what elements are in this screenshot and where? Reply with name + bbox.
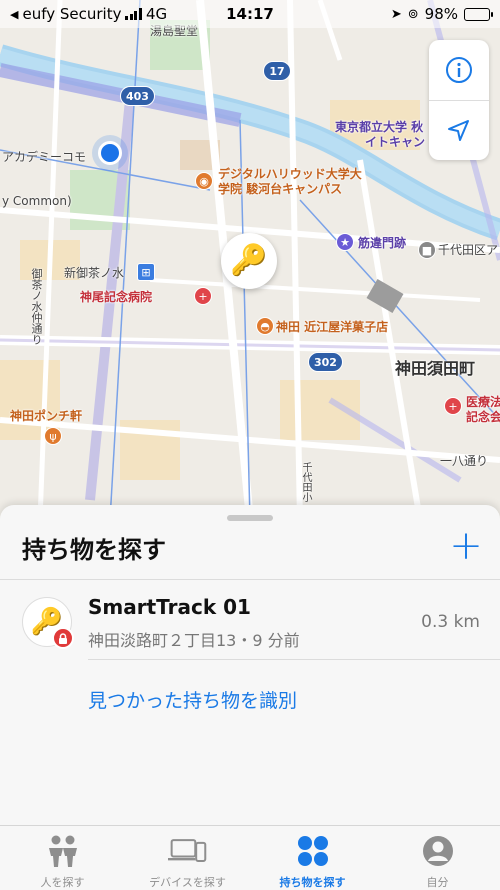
map-label: 神田須田町 bbox=[395, 359, 476, 378]
devices-icon bbox=[167, 834, 208, 868]
item-row[interactable]: 🔑 SmartTrack 01 神田淡路町２丁目13・9 分前 0.3 km bbox=[0, 580, 500, 660]
map-label: 新御茶ノ水 bbox=[64, 266, 125, 280]
divider bbox=[88, 659, 500, 660]
school-pin-icon[interactable]: ◉ bbox=[195, 172, 213, 190]
map-label: 記念会 bbox=[466, 410, 500, 424]
map-label: 神尾記念病院 bbox=[80, 290, 153, 304]
sheet-grabber[interactable] bbox=[227, 515, 273, 521]
map-controls bbox=[429, 40, 489, 160]
map-label: イトキャン bbox=[365, 135, 426, 149]
location-arrow-icon bbox=[448, 119, 469, 141]
map-label: 神田 近江屋洋菓子店 bbox=[276, 320, 389, 334]
map-label: 筋違門跡 bbox=[358, 236, 407, 250]
tab-me[interactable]: 自分 bbox=[375, 826, 500, 890]
restaurant-pin-icon[interactable]: ψ bbox=[44, 427, 62, 445]
rotation-lock-icon: ⊚ bbox=[407, 6, 419, 22]
info-icon bbox=[446, 57, 472, 83]
battery-icon bbox=[464, 7, 493, 21]
map-label: アカデミーコモ bbox=[2, 150, 87, 164]
items-sheet: 持ち物を探す + 🔑 SmartTrack 01 神田淡路町２丁目13・9 分前… bbox=[0, 505, 500, 825]
tab-label: 人を探す bbox=[40, 876, 85, 889]
status-bar: ◀ eufy Security 4G 14:17 ➤ ⊚ 98% bbox=[0, 0, 500, 28]
hospital-pin-icon[interactable]: + bbox=[444, 397, 462, 415]
map-label: 千代田小 bbox=[300, 462, 311, 502]
lock-icon bbox=[52, 627, 74, 649]
map-label: 神田ポンチ軒 bbox=[10, 409, 83, 423]
tab-people[interactable]: 人を探す bbox=[0, 826, 125, 890]
tab-items[interactable]: 持ち物を探す bbox=[250, 826, 375, 890]
landmark-pin-icon[interactable]: ★ bbox=[336, 233, 354, 251]
people-icon bbox=[43, 834, 83, 868]
locate-button[interactable] bbox=[429, 100, 489, 160]
item-location: 神田淡路町２丁目13・9 分前 bbox=[88, 631, 300, 650]
shop-pin-icon[interactable]: ◓ bbox=[256, 317, 274, 335]
map-label: 一八通り bbox=[440, 454, 489, 468]
sheet-title: 持ち物を探す bbox=[22, 536, 166, 564]
map-label: 千代田区ア bbox=[438, 243, 499, 257]
signal-icon bbox=[125, 8, 142, 20]
tab-bar: 人を探す デバイスを探す 持ち物を探す 自分 bbox=[0, 825, 500, 890]
map-view[interactable]: 湯島聖堂 東京都立大学 秋 イトキャン アカデミーコモ y Common) デジ… bbox=[0, 0, 500, 520]
map-label: 御茶ノ水仲通り bbox=[30, 268, 43, 345]
items-icon bbox=[293, 834, 333, 868]
tab-devices[interactable]: デバイスを探す bbox=[125, 826, 250, 890]
tab-label: デバイスを探す bbox=[149, 876, 226, 889]
route-badge: 17 bbox=[263, 61, 291, 81]
hospital-pin-icon[interactable]: + bbox=[194, 287, 212, 305]
building-pin-icon[interactable]: ■ bbox=[418, 241, 436, 259]
route-badge: 403 bbox=[120, 86, 155, 106]
location-arrow-icon: ➤ bbox=[390, 6, 402, 22]
network-label: 4G bbox=[145, 5, 168, 23]
key-pin-icon[interactable]: 🔑 bbox=[221, 233, 277, 289]
battery-percent: 98% bbox=[424, 5, 458, 23]
route-badge: 302 bbox=[308, 352, 343, 372]
map-label: 学院 駿河台キャンパス bbox=[218, 182, 343, 196]
user-location-dot bbox=[98, 141, 122, 165]
add-item-button[interactable]: + bbox=[448, 526, 484, 566]
back-app-label[interactable]: eufy Security bbox=[22, 5, 121, 23]
item-name: SmartTrack 01 bbox=[88, 595, 251, 619]
info-button[interactable] bbox=[429, 40, 489, 100]
me-icon bbox=[418, 834, 458, 868]
back-arrow-icon[interactable]: ◀ bbox=[10, 8, 18, 21]
map-label: y Common) bbox=[2, 194, 72, 208]
station-pin-icon[interactable]: ⊞ bbox=[137, 263, 155, 281]
tab-label: 持ち物を探す bbox=[279, 876, 346, 889]
item-distance: 0.3 km bbox=[421, 612, 480, 632]
tab-label: 自分 bbox=[426, 876, 449, 889]
identify-found-item-link[interactable]: 見つかった持ち物を識別 bbox=[88, 686, 297, 713]
